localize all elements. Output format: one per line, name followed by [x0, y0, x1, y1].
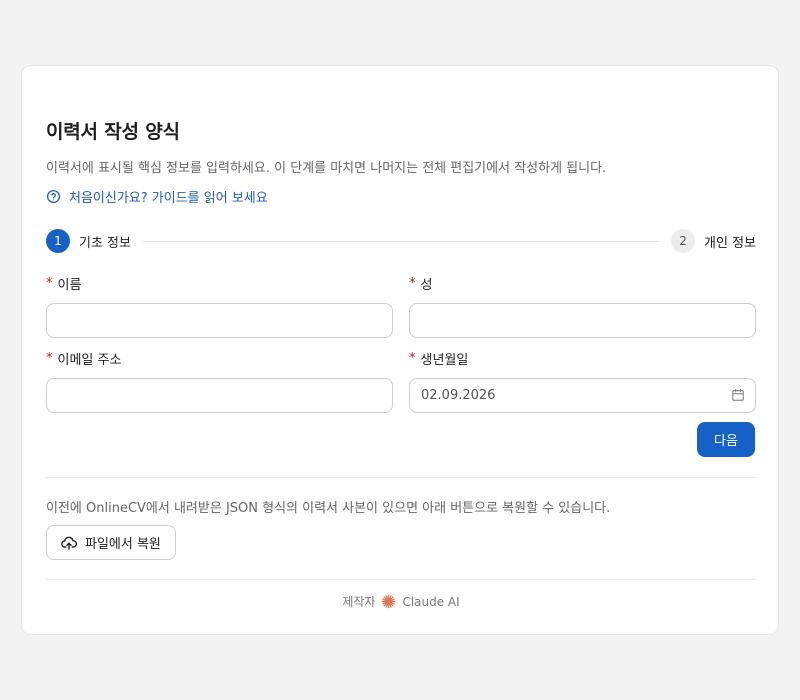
help-circle-icon	[46, 189, 61, 204]
restore-from-file-button[interactable]: 파일에서 복원	[46, 525, 176, 560]
birthdate-label-text: 생년월일	[420, 352, 469, 368]
section-divider	[46, 477, 756, 478]
restore-button-label: 파일에서 복원	[85, 537, 161, 552]
first-name-field: * 이름	[46, 275, 393, 338]
step-number-1: 1	[46, 229, 70, 253]
required-marker: *	[46, 350, 53, 366]
step-basic-info: 1 기초 정보	[46, 229, 131, 253]
resume-form-card: 이력서 작성 양식 이력서에 표시될 핵심 정보를 입력하세요. 이 단계를 마…	[21, 65, 779, 635]
required-marker: *	[409, 350, 416, 366]
birthdate-input[interactable]	[409, 378, 756, 413]
first-name-label: * 이름	[46, 275, 393, 293]
email-field: * 이메일 주소	[46, 350, 393, 413]
step-label-personal-info: 개인 정보	[704, 235, 756, 251]
birthdate-label: * 생년월일	[409, 350, 756, 368]
step-personal-info: 2 개인 정보	[671, 229, 756, 253]
email-input[interactable]	[46, 378, 393, 413]
first-name-label-text: 이름	[57, 277, 82, 293]
guide-link-label: 처음이신가요? 가이드를 읽어 보세요	[69, 191, 268, 206]
page-title: 이력서 작성 양식	[46, 121, 180, 143]
last-name-input[interactable]	[409, 303, 756, 338]
made-by-label: 제작자	[342, 595, 376, 609]
stepper: 1 기초 정보 2 개인 정보	[46, 229, 756, 253]
required-marker: *	[46, 275, 53, 291]
claude-logo-icon	[382, 594, 396, 609]
step-number-2: 2	[671, 229, 696, 253]
birthdate-field: * 생년월일	[409, 350, 756, 413]
first-name-input[interactable]	[46, 303, 393, 338]
required-marker: *	[409, 275, 416, 291]
email-label: * 이메일 주소	[46, 350, 393, 368]
next-button[interactable]: 다음	[697, 422, 755, 457]
last-name-field: * 성	[409, 275, 756, 338]
restore-note: 이전에 OnlineCV에서 내려받은 JSON 형식의 이력서 사본이 있으면…	[46, 501, 611, 516]
footer-credit: 제작자 Claude AI	[22, 593, 780, 610]
brand-name: Claude AI	[402, 594, 460, 609]
last-name-label-text: 성	[420, 277, 433, 293]
page-subtitle: 이력서에 표시될 핵심 정보를 입력하세요. 이 단계를 마치면 나머지는 전체…	[46, 161, 607, 176]
calendar-icon[interactable]	[731, 388, 745, 402]
step-label-basic-info: 기초 정보	[79, 235, 131, 251]
cloud-upload-icon	[61, 536, 77, 550]
email-label-text: 이메일 주소	[57, 352, 122, 368]
birthdate-picker	[409, 378, 756, 413]
step-connector	[142, 240, 660, 242]
footer-divider	[46, 579, 756, 580]
guide-link[interactable]: 처음이신가요? 가이드를 읽어 보세요	[46, 187, 268, 206]
last-name-label: * 성	[409, 275, 756, 293]
